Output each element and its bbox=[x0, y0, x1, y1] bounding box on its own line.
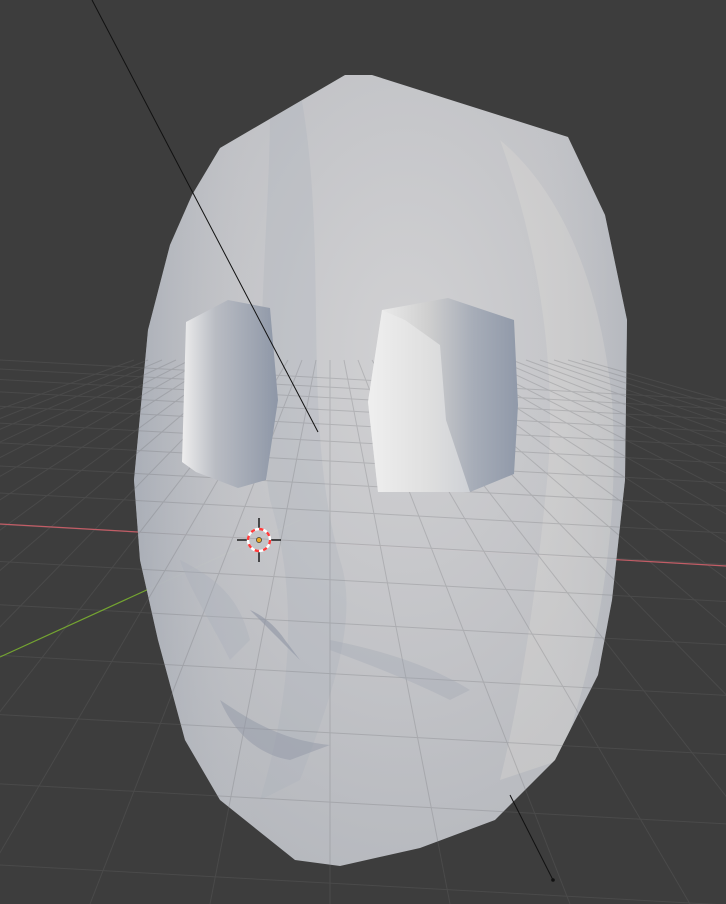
grid-line bbox=[0, 359, 149, 419]
grid-line bbox=[134, 359, 135, 866]
viewport-canvas[interactable] bbox=[0, 0, 726, 904]
grid-line bbox=[0, 359, 135, 410]
grid-line bbox=[0, 864, 718, 904]
grid-line bbox=[134, 359, 149, 866]
light-direction-line-lower bbox=[509, 794, 554, 881]
3d-viewport[interactable] bbox=[0, 0, 726, 904]
light-direction-icon[interactable] bbox=[551, 878, 555, 882]
